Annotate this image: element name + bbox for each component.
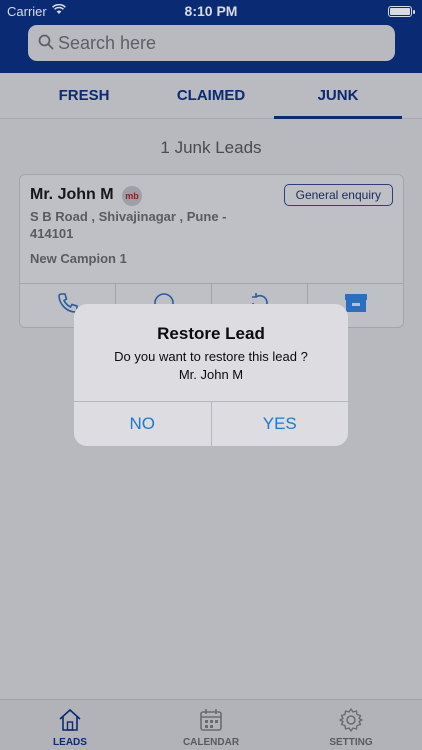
- tab-junk[interactable]: JUNK: [274, 73, 402, 119]
- lead-address: S B Road , Shivajinagar , Pune - 414101: [30, 209, 227, 241]
- tab-fresh[interactable]: FRESH: [20, 73, 148, 119]
- gear-icon: [338, 707, 364, 733]
- bottom-nav: LEADS CALENDAR SETTING: [0, 699, 422, 750]
- status-bar: Carrier 8:10 PM: [0, 0, 422, 22]
- nav-leads-label: LEADS: [53, 737, 87, 748]
- dialog-buttons: NO YES: [74, 401, 348, 446]
- dialog-message: Do you want to restore this lead ? Mr. J…: [74, 348, 348, 384]
- category-badge: General enquiry: [283, 184, 393, 206]
- nav-calendar[interactable]: CALENDAR: [141, 700, 281, 750]
- yes-button[interactable]: YES: [212, 402, 349, 446]
- nav-setting[interactable]: SETTING: [281, 700, 421, 750]
- search-input[interactable]: [58, 25, 388, 61]
- dialog-title: Restore Lead: [157, 324, 265, 343]
- nav-calendar-label: CALENDAR: [182, 737, 240, 748]
- calendar-icon: [198, 707, 224, 733]
- home-icon: [57, 707, 83, 733]
- source-badge: mb: [122, 186, 142, 206]
- app-header: Carrier 8:10 PM: [0, 0, 422, 73]
- no-button[interactable]: NO: [74, 402, 212, 446]
- clock: 8:10 PM: [184, 3, 238, 19]
- search-icon: [38, 34, 54, 50]
- lead-campaign: New Campion 1: [30, 251, 127, 266]
- restore-dialog: Restore Lead Do you want to restore this…: [74, 304, 348, 446]
- dialog-lead-name: Mr. John M: [178, 367, 244, 382]
- lead-tabs: FRESH CLAIMED JUNK: [0, 73, 422, 119]
- dialog-question: Do you want to restore this lead ?: [114, 349, 308, 364]
- nav-leads[interactable]: LEADS: [0, 700, 140, 750]
- lead-name: Mr. John M: [30, 186, 114, 203]
- leads-count: 1 Junk Leads: [160, 138, 262, 157]
- search-bar[interactable]: [28, 25, 395, 61]
- battery-icon: [388, 6, 415, 17]
- nav-setting-label: SETTING: [329, 737, 373, 748]
- tab-claimed[interactable]: CLAIMED: [147, 73, 275, 119]
